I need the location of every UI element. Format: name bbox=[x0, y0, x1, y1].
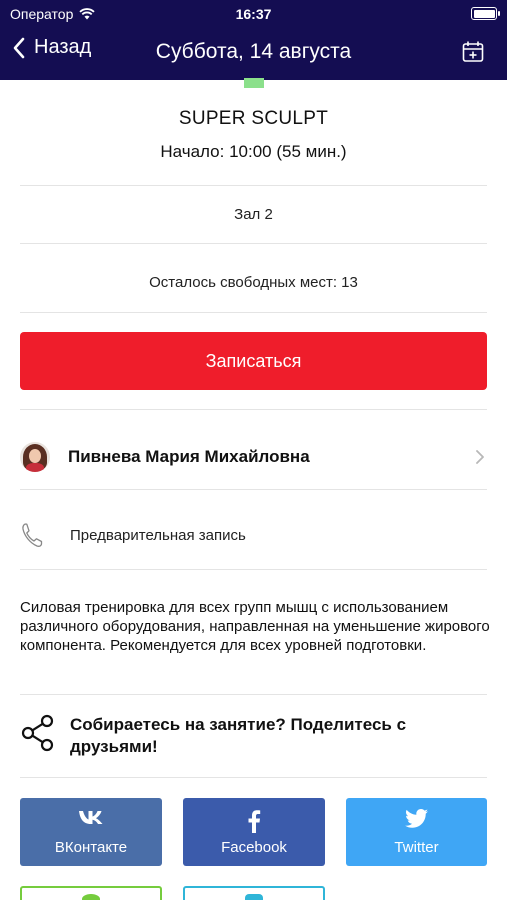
page-title: Суббота, 14 августа bbox=[155, 40, 352, 63]
class-header: SUPER SCULPT Начало: 10:00 (55 мин.) bbox=[0, 108, 507, 162]
divider bbox=[20, 489, 487, 490]
divider bbox=[20, 243, 487, 244]
hall-label: Зал 2 bbox=[234, 206, 273, 223]
chevron-right-icon bbox=[476, 450, 484, 464]
twitter-label: Twitter bbox=[394, 838, 439, 856]
class-description: Силовая тренировка для всех групп мышц с… bbox=[20, 599, 490, 654]
battery-icon bbox=[471, 7, 500, 20]
divider bbox=[20, 694, 487, 695]
divider bbox=[20, 185, 487, 186]
divider bbox=[20, 569, 487, 570]
telegram-icon bbox=[245, 894, 263, 900]
status-bar: Оператор 16:37 bbox=[0, 0, 507, 28]
trainer-name: Пивнева Мария Михайловна bbox=[68, 447, 310, 466]
facebook-icon bbox=[247, 809, 261, 833]
trainer-row[interactable]: Пивнева Мария Михайловна bbox=[20, 434, 487, 480]
add-to-calendar-icon[interactable] bbox=[461, 40, 485, 64]
class-start-time: Начало: 10:00 (55 мин.) bbox=[160, 142, 347, 161]
spots-left-label: Осталось свободных мест: 13 bbox=[149, 274, 358, 291]
share-section: Собираетесь на занятие? Поделитесь с дру… bbox=[20, 714, 487, 760]
divider bbox=[20, 312, 487, 313]
divider bbox=[20, 777, 487, 778]
vk-label: ВКонтакте bbox=[54, 838, 128, 856]
whatsapp-icon bbox=[82, 894, 100, 900]
class-name: SUPER SCULPT bbox=[178, 108, 329, 129]
share-whatsapp-button[interactable] bbox=[20, 886, 162, 900]
share-facebook-button[interactable]: Facebook bbox=[183, 798, 325, 866]
facebook-label: Facebook bbox=[221, 838, 287, 856]
navigation-bar: Оператор 16:37 Назад Суббота, 14 августа bbox=[0, 0, 507, 80]
signup-button[interactable]: Записаться bbox=[20, 332, 487, 390]
trainer-avatar bbox=[20, 442, 50, 472]
phone-icon bbox=[22, 523, 43, 547]
color-marker bbox=[244, 78, 264, 88]
share-vk-button[interactable]: ВКонтакте bbox=[20, 798, 162, 866]
status-time: 16:37 bbox=[235, 6, 272, 22]
vk-icon bbox=[78, 809, 104, 831]
booking-row: Предварительная запись bbox=[20, 518, 487, 552]
booking-label: Предварительная запись bbox=[70, 526, 246, 544]
twitter-icon bbox=[404, 808, 429, 831]
divider bbox=[20, 409, 487, 410]
share-telegram-button[interactable] bbox=[183, 886, 325, 900]
share-twitter-button[interactable]: Twitter bbox=[346, 798, 487, 866]
share-icon bbox=[21, 714, 54, 752]
share-prompt: Собираетесь на занятие? Поделитесь с дру… bbox=[70, 715, 407, 756]
